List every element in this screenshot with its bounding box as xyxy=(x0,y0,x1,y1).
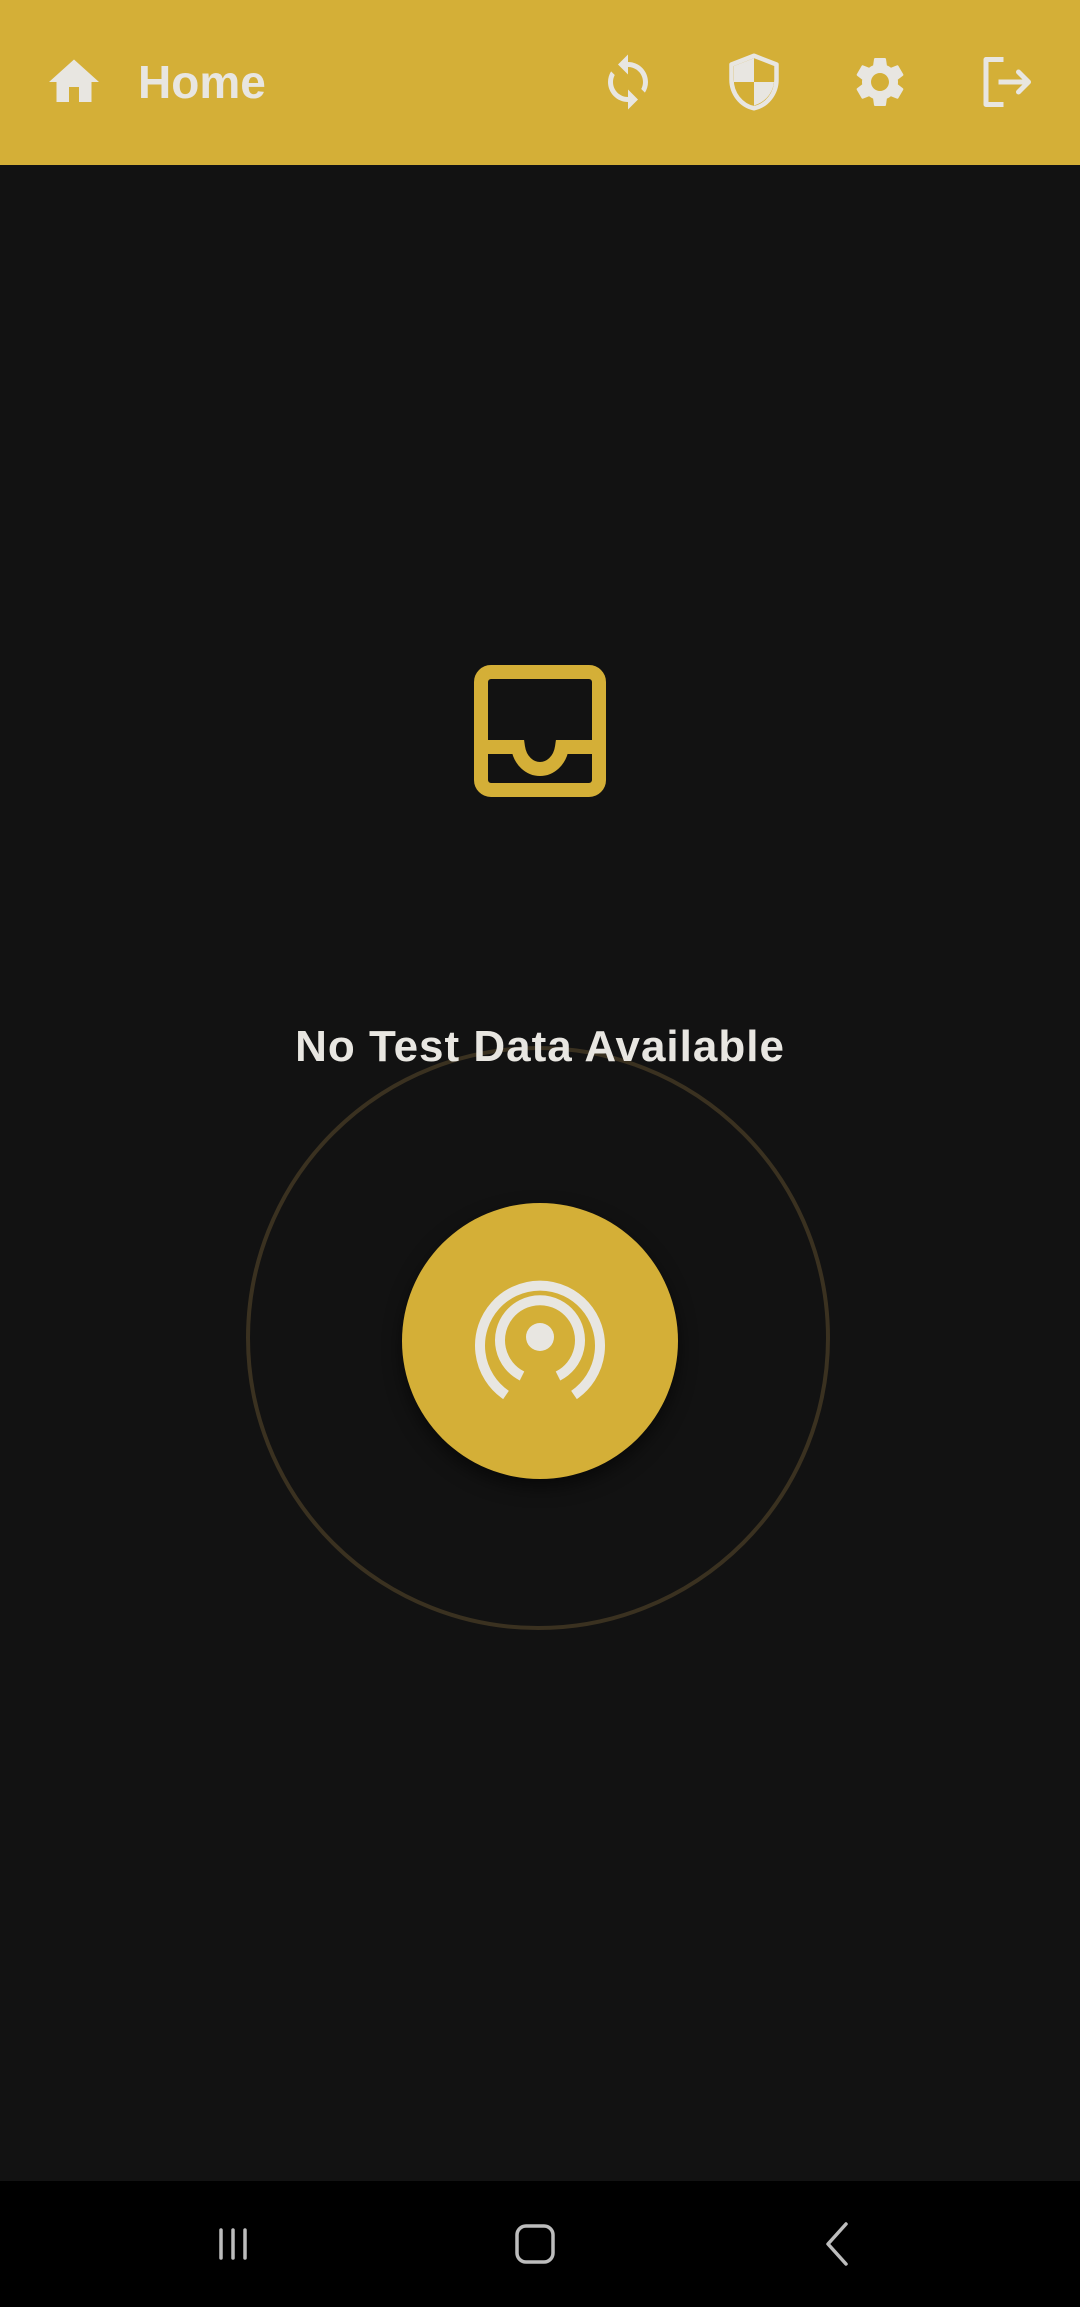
top-app-bar: Home xyxy=(0,0,1080,165)
home-nav-button[interactable] xyxy=(495,2204,575,2284)
inbox-icon xyxy=(474,665,606,797)
start-test-button[interactable] xyxy=(402,1203,678,1479)
back-button[interactable] xyxy=(798,2204,878,2284)
gear-icon xyxy=(856,57,904,106)
logout-icon xyxy=(983,57,1031,107)
logout-button[interactable] xyxy=(966,42,1046,122)
back-icon xyxy=(826,2222,848,2266)
settings-button[interactable] xyxy=(840,42,920,122)
page-title: Home xyxy=(138,56,266,108)
broadcast-icon xyxy=(475,1280,605,1400)
security-button[interactable] xyxy=(714,42,794,122)
sync-icon xyxy=(608,54,648,110)
recent-apps-button[interactable] xyxy=(193,2204,273,2284)
home-nav-icon xyxy=(515,2224,555,2264)
shield-icon xyxy=(729,53,779,111)
sync-button[interactable] xyxy=(588,42,668,122)
system-navigation-bar xyxy=(0,2181,1080,2307)
recent-apps-icon xyxy=(219,2228,247,2260)
empty-state-message: No Test Data Available xyxy=(295,1022,785,1071)
home-icon[interactable] xyxy=(44,52,104,112)
app-screen: Home No Test Data Available xyxy=(0,0,1080,2307)
